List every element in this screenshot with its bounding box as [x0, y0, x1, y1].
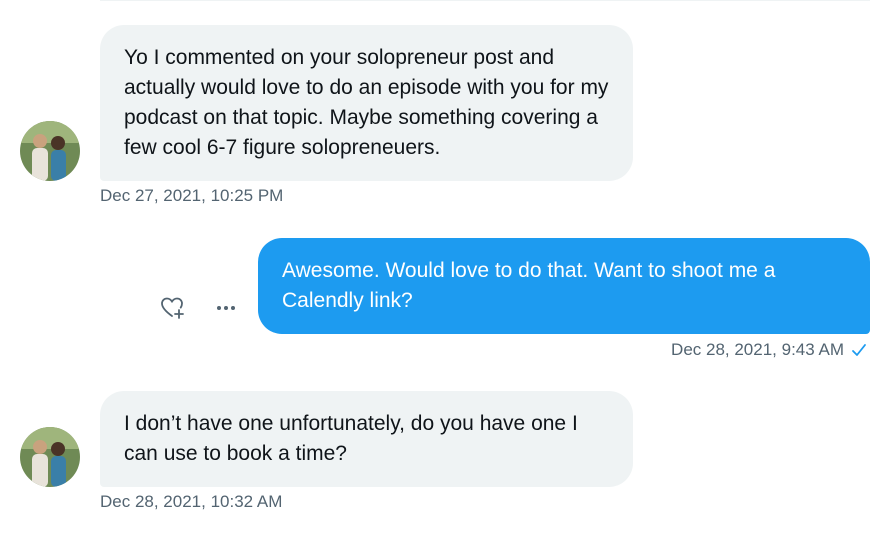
message-timestamp: Dec 28, 2021, 9:43 AM: [671, 340, 844, 359]
avatar-image: [20, 427, 80, 487]
avatar-image: [20, 121, 80, 181]
avatar[interactable]: [20, 121, 80, 181]
avatar[interactable]: [20, 427, 80, 487]
message-bubble-incoming[interactable]: I don’t have one unfortunately, do you h…: [100, 391, 633, 487]
divider: [100, 0, 870, 1]
message-text: Awesome. Would love to do that. Want to …: [282, 259, 776, 312]
message-timestamp: Dec 27, 2021, 10:25 PM: [100, 186, 284, 205]
heart-plus-icon[interactable]: [157, 293, 187, 323]
message-text: I don’t have one unfortunately, do you h…: [124, 412, 578, 465]
message-bubble-incoming[interactable]: Yo I commented on your solopreneur post …: [100, 25, 633, 181]
message-bubble-outgoing[interactable]: Awesome. Would love to do that. Want to …: [258, 238, 870, 334]
message-timestamp: Dec 28, 2021, 10:32 AM: [100, 492, 283, 511]
message-text: Yo I commented on your solopreneur post …: [124, 46, 609, 159]
check-icon: [852, 344, 866, 356]
more-dots-icon[interactable]: [211, 293, 241, 323]
